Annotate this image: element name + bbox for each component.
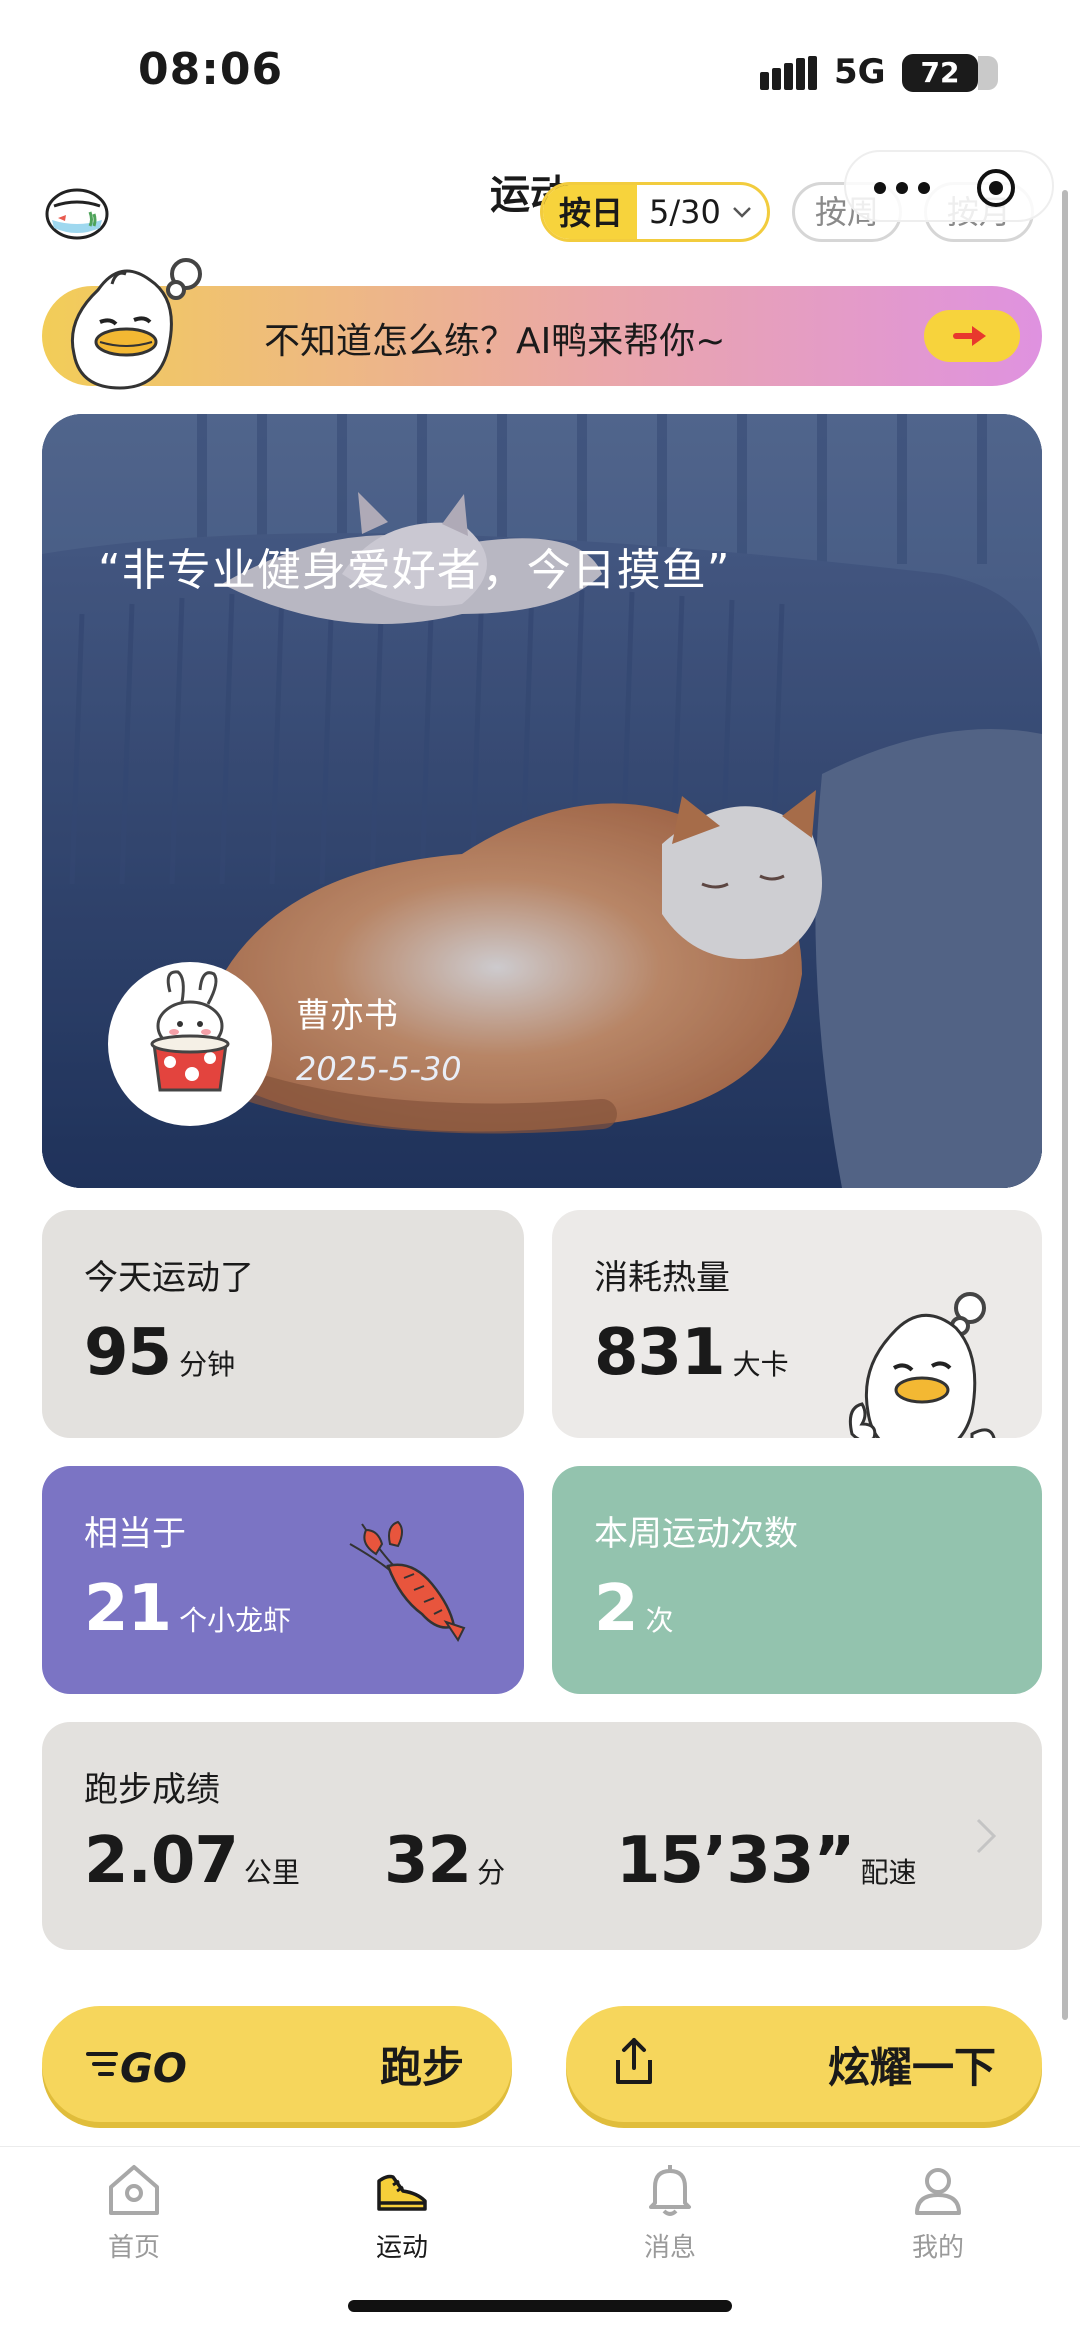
weekly-sessions-number: 2 [594,1572,639,1646]
run-pace-number: 15’33” [616,1824,855,1898]
miniprogram-capsule [844,150,1054,222]
equivalent-card[interactable]: 相当于 21 个小龙虾 [42,1466,524,1694]
status-time: 08:06 [138,44,284,95]
today-exercise-value: 95 分钟 [84,1316,235,1390]
scrollbar[interactable] [1062,190,1068,2020]
duck-thumbs-up-icon [848,1292,996,1438]
bell-icon [649,2165,691,2216]
ai-banner-text: 不知道怎么练？AI鸭来帮你~ [264,321,726,362]
go-logo-icon: GO [86,2046,187,2090]
home-indicator [348,2300,732,2312]
user-avatar[interactable] [108,962,272,1126]
equivalent-unit: 个小龙虾 [179,1604,292,1637]
calories-unit: 大卡 [732,1348,789,1381]
chevron-down-icon [732,207,751,218]
tab-home[interactable]: 首页 [34,2161,234,2281]
mode-day-label: 按日 [543,185,638,239]
calories-number: 831 [594,1316,726,1390]
signal-icon [760,56,817,90]
battery-level: 72 [920,56,960,89]
mode-day-selector[interactable]: 按日 5/30 [540,182,770,242]
crayfish-icon [349,1520,466,1642]
start-running-button[interactable]: GO 跑步 [42,2006,512,2122]
weekly-sessions-card[interactable]: 本周运动次数 2 次 [552,1466,1042,1694]
run-distance-number: 2.07 [84,1824,239,1898]
today-exercise-card[interactable]: 今天运动了 95 分钟 [42,1210,524,1438]
hero-photo-card: “非专业健身爱好者，今日摸鱼” 曹亦书 2025-5-30 [42,414,1042,1188]
run-pace-unit: 配速 [860,1856,917,1889]
fishbowl-icon[interactable] [44,184,110,240]
share-label: 炫耀一下 [827,2043,996,2092]
tab-profile[interactable]: 我的 [838,2161,1038,2281]
tab-exercise-label: 运动 [375,2233,428,2263]
share-button[interactable]: 炫耀一下 [566,2006,1042,2122]
weekly-sessions-label: 本周运动次数 [594,1514,798,1554]
selected-date: 5/30 [649,193,721,231]
tab-profile-label: 我的 [911,2233,964,2263]
user-name: 曹亦书 [296,996,398,1036]
tab-messages[interactable]: 消息 [570,2161,770,2281]
hero-date: 2025-5-30 [296,1050,462,1088]
run-distance: 2.07 公里 [84,1824,300,1898]
calories-value: 831 大卡 [594,1316,789,1390]
run-duration-unit: 分 [477,1856,506,1889]
status-bar: 08:06 5G 72 [0,0,1080,140]
share-icon [616,2038,652,2084]
svg-text:GO: GO [120,2046,187,2090]
calories-card[interactable]: 消耗热量 831 大卡 [552,1210,1042,1438]
run-distance-unit: 公里 [243,1856,300,1889]
run-pace: 15’33” 配速 [616,1824,917,1898]
hero-quote: “非专业健身爱好者，今日摸鱼” [98,545,731,596]
ai-banner-go-button[interactable] [924,310,1020,362]
profile-icon [915,2168,961,2215]
duck-mascot-icon [70,258,202,390]
today-exercise-unit: 分钟 [179,1348,236,1381]
arrow-right-icon [953,326,986,346]
chevron-right-icon [976,1818,997,1854]
battery-indicator: 72 [902,54,998,92]
bunny-avatar-icon [150,970,230,1092]
today-exercise-label: 今天运动了 [84,1258,254,1298]
equivalent-label: 相当于 [84,1514,186,1554]
weekly-sessions-value: 2 次 [594,1572,674,1646]
more-icon[interactable] [874,182,930,194]
tab-exercise[interactable]: 运动 [302,2161,502,2281]
network-type: 5G [834,52,886,92]
close-miniprogram-icon[interactable] [976,168,1016,208]
run-duration: 32 分 [384,1824,505,1898]
tab-messages-label: 消息 [643,2233,696,2263]
equivalent-value: 21 个小龙虾 [84,1572,291,1646]
today-exercise-number: 95 [84,1316,172,1390]
calories-label: 消耗热量 [594,1258,730,1298]
start-running-label: 跑步 [379,2043,464,2092]
run-duration-number: 32 [384,1824,472,1898]
running-results-card[interactable]: 跑步成绩 2.07 公里 32 分 15’33” 配速 [42,1722,1042,1950]
weekly-sessions-unit: 次 [645,1604,674,1637]
equivalent-number: 21 [84,1572,172,1646]
sneaker-icon [377,2174,427,2211]
running-results-label: 跑步成绩 [84,1770,220,1810]
tab-home-label: 首页 [107,2233,160,2263]
home-icon [109,2165,159,2215]
